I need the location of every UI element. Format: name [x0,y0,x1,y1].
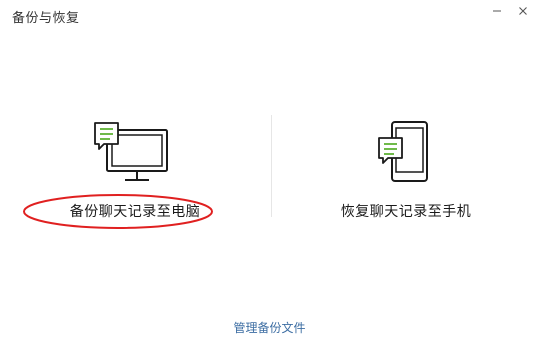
restore-option-label: 恢复聊天记录至手机 [340,204,472,220]
backup-to-pc-option[interactable]: 备份聊天记录至电脑 [0,100,270,240]
option-divider [271,115,272,217]
computer-chat-icon-wrap [90,100,180,185]
computer-chat-icon [94,122,168,181]
phone-chat-icon-wrap [371,100,441,185]
backup-option-label: 备份聊天记录至电脑 [69,204,201,220]
phone-chat-icon [378,121,428,182]
close-button[interactable] [510,0,536,22]
window-title: 备份与恢复 [12,11,80,26]
backup-restore-window: 备份与恢复 备份聊天记录至电脑 恢复聊天记录至手机 管理备份文件 [0,0,539,357]
minimize-button[interactable] [484,0,510,22]
minimize-icon [493,10,501,12]
restore-to-phone-option[interactable]: 恢复聊天记录至手机 [273,100,539,240]
close-icon [519,7,527,15]
manage-backup-files-link[interactable]: 管理备份文件 [0,319,539,336]
